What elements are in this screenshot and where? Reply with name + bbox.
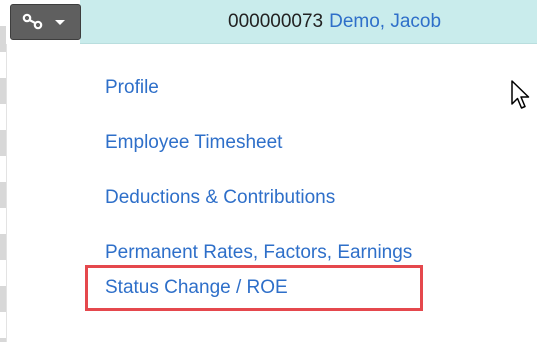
menu-item-deductions-contributions[interactable]: Deductions & Contributions [105,186,335,210]
employee-id: 000000073 [228,11,324,32]
employee-header-row: 000000073 Demo, Jacob [80,0,537,44]
pointer-arrow-icon [511,80,530,109]
menu-item-employee-timesheet[interactable]: Employee Timesheet [105,131,282,155]
employee-name-link[interactable]: Demo, Jacob [329,11,441,32]
highlight-annotation-box [85,265,423,311]
menu-item-permanent-rates[interactable]: Permanent Rates, Factors, Earnings [105,241,412,265]
page: 000000073 Demo, Jacob Profile Employee Ti… [0,0,537,342]
actions-dropdown-button[interactable] [10,4,81,40]
link-icon [22,13,43,30]
menu-left-border [6,44,7,342]
menu-item-profile[interactable]: Profile [105,76,159,100]
employee-header: 000000073 Demo, Jacob [228,10,441,34]
actions-dropdown-menu: Profile Employee Timesheet Deductions & … [14,44,537,342]
caret-down-icon [55,20,65,25]
